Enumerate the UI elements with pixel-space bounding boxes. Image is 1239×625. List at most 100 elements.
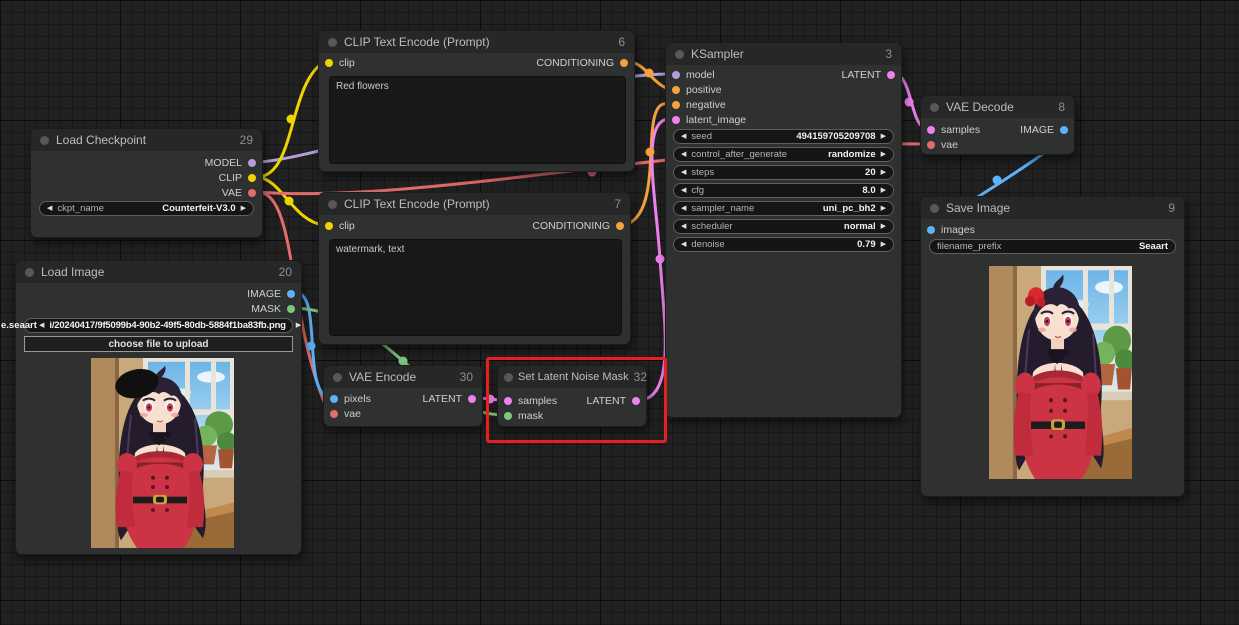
node-load-checkpoint-header[interactable]: Load Checkpoint 29 [31,129,262,151]
prompt-textarea-negative[interactable]: watermark, text [329,239,622,336]
slot-output-image[interactable]: IMAGE [247,288,295,300]
widget-value: 0.79 [857,239,876,250]
node-clip-neg-header[interactable]: CLIP Text Encode (Prompt) 7 [319,193,630,215]
slot-dot-model[interactable] [672,71,680,79]
widget-control-after-generate[interactable]: ◀ control_after_generate randomize ▶ [673,147,894,162]
collapse-dot-icon[interactable] [328,200,337,209]
node-clip-text-encode-positive[interactable]: CLIP Text Encode (Prompt) 6 clip CONDITI… [318,30,635,172]
slot-output-model[interactable]: MODEL [205,157,256,169]
decrement-arrow-icon[interactable]: ◀ [681,205,686,212]
decrement-arrow-icon[interactable]: ◀ [681,151,686,158]
slot-dot-vae[interactable] [330,410,338,418]
increment-arrow-icon[interactable]: ▶ [881,133,886,140]
slot-input-model[interactable]: model [672,69,715,81]
collapse-dot-icon[interactable] [25,268,34,277]
slot-dot-latent[interactable] [468,395,476,403]
node-load-image[interactable]: Load Image 20 IMAGE MASK e.seaart ◀ i/20… [15,260,302,555]
slot-dot-positive[interactable] [672,86,680,94]
node-clip-pos-header[interactable]: CLIP Text Encode (Prompt) 6 [319,31,634,53]
slot-dot-images[interactable] [927,226,935,234]
decrement-arrow-icon[interactable]: ◀ [681,223,686,230]
node-vae-decode[interactable]: VAE Decode 8 samples vae IMAGE [920,95,1075,155]
slot-input-vae[interactable]: vae [330,408,361,420]
slot-input-negative[interactable]: negative [672,99,726,111]
slot-output-latent[interactable]: LATENT [423,393,476,405]
loaded-image-preview[interactable] [91,358,234,548]
collapse-dot-icon[interactable] [328,38,337,47]
increment-arrow-icon[interactable]: ▶ [881,151,886,158]
slot-input-latent-image[interactable]: latent_image [672,114,746,126]
slot-dot-vae[interactable] [927,141,935,149]
node-vae-decode-header[interactable]: VAE Decode 8 [921,96,1074,118]
slot-dot-clip[interactable] [325,222,333,230]
slot-input-samples[interactable]: samples [927,124,980,136]
node-load-image-header[interactable]: Load Image 20 [16,261,301,283]
slot-dot-model[interactable] [248,159,256,167]
decrement-arrow-icon[interactable]: ◀ [681,169,686,176]
node-save-image-header[interactable]: Save Image 9 [921,197,1184,219]
node-clip-text-encode-negative[interactable]: CLIP Text Encode (Prompt) 7 clip CONDITI… [318,192,631,345]
slot-dot-mask[interactable] [287,305,295,313]
widget-steps[interactable]: ◀ steps 20 ▶ [673,165,894,180]
node-graph-canvas[interactable]: Load Checkpoint 29 MODEL CLIP VAE ◀ ckpt… [0,0,1239,625]
widget-cfg[interactable]: ◀ cfg 8.0 ▶ [673,183,894,198]
widget-ckpt-name[interactable]: ◀ ckpt_name Counterfeit-V3.0 ▶ [39,201,254,216]
node-save-image[interactable]: Save Image 9 images filename_prefix Seaa… [920,196,1185,497]
slot-output-image[interactable]: IMAGE [1020,124,1068,136]
slot-dot-vae[interactable] [248,189,256,197]
increment-arrow-icon[interactable]: ▶ [296,322,301,329]
widget-seed[interactable]: ◀ seed 494159705209708 ▶ [673,129,894,144]
slot-dot-latent[interactable] [887,71,895,79]
decrement-arrow-icon[interactable]: ◀ [681,187,686,194]
slot-dot-clip[interactable] [248,174,256,182]
collapse-dot-icon[interactable] [333,373,342,382]
slot-dot-latent-image[interactable] [672,116,680,124]
widget-scheduler[interactable]: ◀ scheduler normal ▶ [673,219,894,234]
choose-file-button[interactable]: choose file to upload [24,336,293,352]
slot-input-clip[interactable]: clip [325,220,355,232]
increment-arrow-icon[interactable]: ▶ [881,205,886,212]
widget-filename-prefix[interactable]: filename_prefix Seaart [929,239,1176,254]
collapse-dot-icon[interactable] [930,103,939,112]
increment-arrow-icon[interactable]: ▶ [241,205,246,212]
slot-dot-conditioning[interactable] [620,59,628,67]
slot-dot-image[interactable] [287,290,295,298]
slot-dot-samples[interactable] [927,126,935,134]
collapse-dot-icon[interactable] [930,204,939,213]
slot-dot-clip[interactable] [325,59,333,67]
increment-arrow-icon[interactable]: ▶ [881,241,886,248]
slot-input-pixels[interactable]: pixels [330,393,371,405]
collapse-dot-icon[interactable] [40,136,49,145]
decrement-arrow-icon[interactable]: ◀ [47,205,52,212]
slot-input-images[interactable]: images [927,224,975,236]
widget-denoise[interactable]: ◀ denoise 0.79 ▶ [673,237,894,252]
slot-output-latent[interactable]: LATENT [842,69,895,81]
decrement-arrow-icon[interactable]: ◀ [681,241,686,248]
slot-input-positive[interactable]: positive [672,84,722,96]
slot-input-vae[interactable]: vae [927,139,958,151]
slot-dot-image[interactable] [1060,126,1068,134]
node-load-checkpoint[interactable]: Load Checkpoint 29 MODEL CLIP VAE ◀ ckpt… [30,128,263,238]
decrement-arrow-icon[interactable]: ◀ [681,133,686,140]
widget-sampler-name[interactable]: ◀ sampler_name uni_pc_bh2 ▶ [673,201,894,216]
decrement-arrow-icon[interactable]: ◀ [39,322,44,329]
slot-input-clip[interactable]: clip [325,57,355,69]
increment-arrow-icon[interactable]: ▶ [881,223,886,230]
widget-image-filename[interactable]: e.seaart ◀ i/20240417/9f5099b4-90b2-49f5… [24,318,293,333]
slot-output-conditioning[interactable]: CONDITIONING [532,220,624,232]
slot-output-conditioning[interactable]: CONDITIONING [536,57,628,69]
collapse-dot-icon[interactable] [675,50,684,59]
slot-output-clip[interactable]: CLIP [219,172,256,184]
slot-dot-conditioning[interactable] [616,222,624,230]
slot-output-mask[interactable]: MASK [251,303,295,315]
node-vae-encode[interactable]: VAE Encode 30 pixels vae LATENT [323,365,483,427]
slot-dot-negative[interactable] [672,101,680,109]
increment-arrow-icon[interactable]: ▶ [881,169,886,176]
node-ksampler[interactable]: KSampler 3 model positive negative laten… [665,42,902,418]
slot-output-vae[interactable]: VAE [222,187,256,199]
increment-arrow-icon[interactable]: ▶ [881,187,886,194]
node-ksampler-header[interactable]: KSampler 3 [666,43,901,65]
slot-dot-pixels[interactable] [330,395,338,403]
node-vae-encode-header[interactable]: VAE Encode 30 [324,366,482,388]
prompt-textarea-positive[interactable]: Red flowers [329,76,626,164]
